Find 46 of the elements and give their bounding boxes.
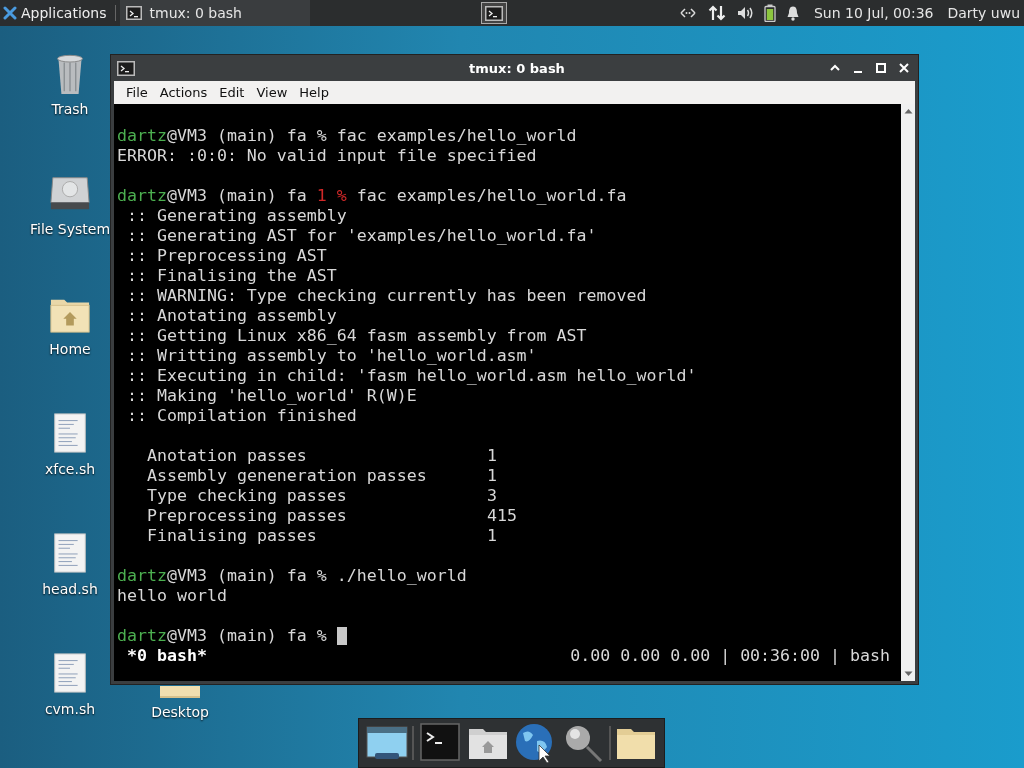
menu-item[interactable]: Edit xyxy=(213,85,251,100)
terminal-text: Assembly geneneration passes xyxy=(146,466,428,486)
terminal-line: dartz@VM3 (main) fa % fac examples/hello_world xyxy=(117,126,577,146)
terminal-line: :: Finalising the AST xyxy=(126,266,337,286)
window-title: tmux: 0 bash xyxy=(468,60,566,76)
desktop-icon-label[interactable]: Trash xyxy=(51,101,89,117)
terminal-line: ERROR: :0:0: No valid input file specified xyxy=(117,146,537,166)
menu-item[interactable]: File xyxy=(120,85,154,100)
desktop-icon-label[interactable]: head.sh xyxy=(42,581,98,597)
taskbar-button[interactable]: tmux: 0 bash xyxy=(119,0,310,26)
clock[interactable]: Sun 10 Jul, 00:36 xyxy=(813,5,934,21)
desktop-icon-label[interactable]: cvm.sh xyxy=(44,701,96,717)
applications-menu[interactable]: Applications xyxy=(0,0,111,26)
terminal-line: :: Executing in child: 'fasm hello_world.asm hello_world' xyxy=(126,366,697,386)
terminal-line: :: Compilation finished xyxy=(126,406,357,426)
terminal-text: 1 xyxy=(487,466,497,486)
menu-item[interactable]: Actions xyxy=(153,85,214,100)
menu-item[interactable]: Help xyxy=(293,85,335,100)
tmux-window-tab[interactable]: *0 bash* xyxy=(117,646,207,666)
terminal-text: Preprocessing passes xyxy=(146,506,348,526)
terminal-line: :: Making 'hello_world' R(W)E xyxy=(126,386,417,406)
terminal-text: 415 xyxy=(487,506,517,526)
terminal-line: :: Getting Linux x86_64 fasm assembly from AST xyxy=(126,326,587,346)
terminal-line: dartz@VM3 (main) fa % ./hello_world xyxy=(117,566,467,586)
terminal-line: dartz@VM3 (main) fa % xyxy=(117,626,328,646)
terminal-line: hello world xyxy=(117,586,227,606)
user-menu[interactable]: Darty uwu xyxy=(947,5,1020,21)
terminal-line: :: Writting assembly to 'hello_world.asm' xyxy=(126,346,537,366)
desktop-icon-label[interactable]: xfce.sh xyxy=(44,461,96,477)
terminal-text: 1 xyxy=(487,446,497,466)
terminal-line: :: Generating AST for 'examples/hello_world.fa' xyxy=(126,226,597,246)
terminal-text: Anotation passes xyxy=(146,446,308,466)
desktop-icon-label[interactable]: File System xyxy=(29,221,111,237)
tmux-status-text: 0.00 0.00 0.00 | 00:36:00 | bash xyxy=(570,646,890,666)
terminal-line: :: Generating assembly xyxy=(126,206,347,226)
terminal-text: 3 xyxy=(487,486,497,506)
menu-item[interactable]: View xyxy=(250,85,294,100)
terminal-line: :: Anotating assembly xyxy=(126,306,337,326)
terminal-line: :: WARNING: Type checking currently has been removed xyxy=(126,286,647,306)
desktop-icon-label[interactable]: Home xyxy=(49,341,91,357)
terminal-text: Type checking passes xyxy=(146,486,348,506)
terminal-text: Finalising passes xyxy=(146,526,318,546)
terminal-text: 1 xyxy=(487,526,497,546)
terminal-line: :: Preprocessing AST xyxy=(126,246,327,266)
terminal-line: dartz@VM3 (main) fa 1 % fac examples/hello_world.fa xyxy=(117,186,627,206)
desktop-icon-label[interactable]: Desktop xyxy=(151,704,209,720)
